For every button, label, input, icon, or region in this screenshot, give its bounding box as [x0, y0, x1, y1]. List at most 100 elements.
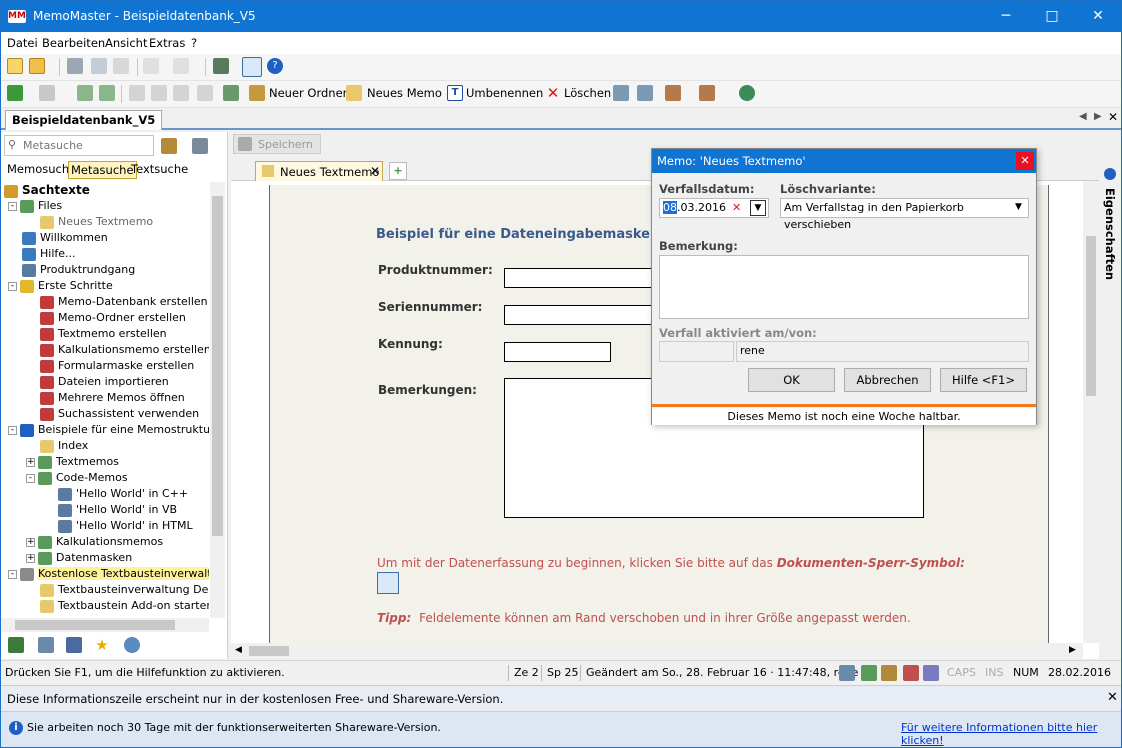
rename-icon[interactable]: T — [447, 85, 463, 101]
collapse-icon[interactable]: - — [26, 473, 35, 483]
add-tab-icon[interactable]: + — [389, 162, 407, 180]
search-options-icon[interactable] — [161, 138, 177, 154]
code-field[interactable] — [504, 342, 611, 362]
tree-item[interactable]: Index — [40, 438, 88, 454]
date-dropdown-icon[interactable]: ▼ — [750, 200, 766, 216]
indent-icon[interactable] — [197, 85, 213, 101]
menu-bearbeiten[interactable]: Bearbeiten — [42, 36, 105, 50]
collapse-icon[interactable]: - — [8, 425, 17, 435]
tree-item[interactable]: + Datenmasken — [26, 550, 132, 566]
memo-tab[interactable]: Neues Textmemo ✕ — [255, 161, 383, 181]
search-view-icon[interactable] — [38, 637, 54, 653]
copy-icon[interactable] — [113, 58, 129, 74]
align-right-icon[interactable] — [173, 85, 189, 101]
document-lock-icon[interactable] — [377, 572, 399, 594]
tree-item[interactable]: Produktrundgang — [22, 262, 135, 278]
serial-field[interactable] — [504, 305, 664, 325]
tree-item[interactable]: Willkommen — [22, 230, 108, 246]
new-folder-button[interactable]: Neuer Ordner — [269, 86, 347, 100]
new-folder-icon[interactable] — [249, 85, 265, 101]
undo-icon[interactable] — [143, 58, 159, 74]
minimize-button[interactable]: ─ — [983, 1, 1029, 32]
new-icon[interactable] — [7, 58, 23, 74]
menu-extras[interactable]: Extras — [149, 36, 185, 50]
open-folder-icon[interactable] — [29, 58, 45, 74]
more-info-link[interactable]: Für weitere Informationen bitte hier kli… — [901, 721, 1121, 747]
new-memo-icon[interactable] — [346, 85, 362, 101]
move-up-icon[interactable] — [613, 85, 629, 101]
rename-button[interactable]: Umbenennen — [466, 86, 543, 100]
meta-search-box[interactable]: ⚲ — [4, 135, 154, 156]
expand-icon[interactable]: + — [26, 537, 35, 547]
close-window-button[interactable]: ✕ — [1075, 1, 1121, 32]
status-icon-4[interactable] — [903, 665, 919, 681]
redo-icon[interactable] — [173, 58, 189, 74]
ok-button[interactable]: OK — [748, 368, 835, 392]
properties-label[interactable]: Eigenschaften — [1103, 188, 1117, 280]
tree-hscrollbar[interactable] — [1, 618, 209, 632]
tree-item[interactable]: Suchassistent verwenden — [40, 406, 199, 422]
collapse-icon[interactable]: - — [8, 569, 17, 579]
editor-vscrollbar[interactable] — [1083, 181, 1099, 643]
save-button[interactable]: Speichern — [233, 134, 321, 154]
view-eye-icon[interactable] — [124, 637, 140, 653]
tools-icon[interactable] — [665, 85, 681, 101]
align-left-icon[interactable] — [129, 85, 145, 101]
tree-item[interactable]: - Erste Schritte — [8, 278, 113, 294]
tree-item[interactable]: - Kostenlose Textbausteinverwaltung — [8, 566, 209, 582]
favorites-star-icon[interactable]: ★ — [94, 637, 110, 653]
delete-button[interactable]: Löschen — [564, 86, 611, 100]
help-icon[interactable]: ? — [267, 58, 283, 74]
scroll-left-icon[interactable]: ◀ — [235, 645, 242, 655]
tree-item[interactable]: 'Hello World' in C++ — [58, 486, 188, 502]
properties-icon[interactable] — [1104, 168, 1116, 180]
tree-item[interactable]: Dateien importieren — [40, 374, 169, 390]
print-icon[interactable] — [67, 58, 83, 74]
search-tools-icon[interactable] — [192, 138, 208, 154]
scroll-right-icon[interactable]: ▶ — [1069, 645, 1076, 655]
delete-icon[interactable]: ✕ — [545, 85, 561, 101]
tree-item[interactable]: Kalkulationsmemo erstellen — [40, 342, 209, 358]
tree-scrollbar[interactable] — [210, 182, 225, 618]
insert-object-icon[interactable] — [213, 58, 229, 74]
info-close-icon[interactable]: ✕ — [1107, 690, 1118, 705]
tree-item[interactable]: - Code-Memos — [26, 470, 128, 486]
expiry-date-field[interactable]: 08.03.2016 ✕ ▼ — [659, 198, 769, 218]
sort-icon[interactable] — [223, 85, 239, 101]
product-field[interactable] — [504, 268, 664, 288]
tree-item[interactable]: Formularmaske erstellen — [40, 358, 194, 374]
tab-next-icon[interactable]: ▶ — [1094, 111, 1102, 122]
back-arrow-icon[interactable] — [7, 85, 23, 101]
cancel-button[interactable]: Abbrechen — [844, 368, 931, 392]
tab-close-icon[interactable]: ✕ — [1108, 110, 1118, 124]
menu-ansicht[interactable]: Ansicht — [105, 36, 147, 50]
tree-item[interactable]: + Kalkulationsmemos — [26, 534, 163, 550]
lock-icon[interactable] — [242, 57, 262, 77]
status-icon-1[interactable] — [839, 665, 855, 681]
refresh-icon[interactable] — [739, 85, 755, 101]
tree-view-icon[interactable] — [8, 637, 24, 653]
tree-item[interactable]: Textbaustein Add-on starten — [40, 598, 209, 614]
dialog-close-icon[interactable]: ✕ — [1016, 152, 1034, 170]
tab-prev-icon[interactable]: ◀ — [1079, 111, 1087, 122]
tree-item[interactable]: - Beispiele für eine Memostruktur — [8, 422, 209, 438]
help-button[interactable]: Hilfe <F1> — [940, 368, 1027, 392]
expand-icon[interactable]: + — [26, 457, 35, 467]
settings-icon[interactable] — [699, 85, 715, 101]
tree-item[interactable]: 'Hello World' in HTML — [58, 518, 193, 534]
collapse-icon[interactable]: - — [8, 201, 17, 211]
collapse-icon[interactable]: - — [8, 281, 17, 291]
tree-item[interactable]: Mehrere Memos öffnen — [40, 390, 185, 406]
tree-item[interactable]: + Textmemos — [26, 454, 119, 470]
tree-item[interactable]: Textbausteinverwaltung Deluxe — [40, 582, 209, 598]
remark-field[interactable] — [659, 255, 1029, 319]
expand-icon[interactable]: + — [26, 553, 35, 563]
meta-search-input[interactable] — [23, 139, 148, 152]
menu-datei[interactable]: Datei — [7, 36, 38, 50]
tree-item[interactable]: Hilfe... — [22, 246, 76, 262]
forward-arrow-icon[interactable] — [39, 85, 55, 101]
editor-hscrollbar[interactable]: ◀ ▶ — [231, 643, 1083, 659]
status-icon-5[interactable] — [923, 665, 939, 681]
align-center-icon[interactable] — [151, 85, 167, 101]
database-view-icon[interactable] — [66, 637, 82, 653]
